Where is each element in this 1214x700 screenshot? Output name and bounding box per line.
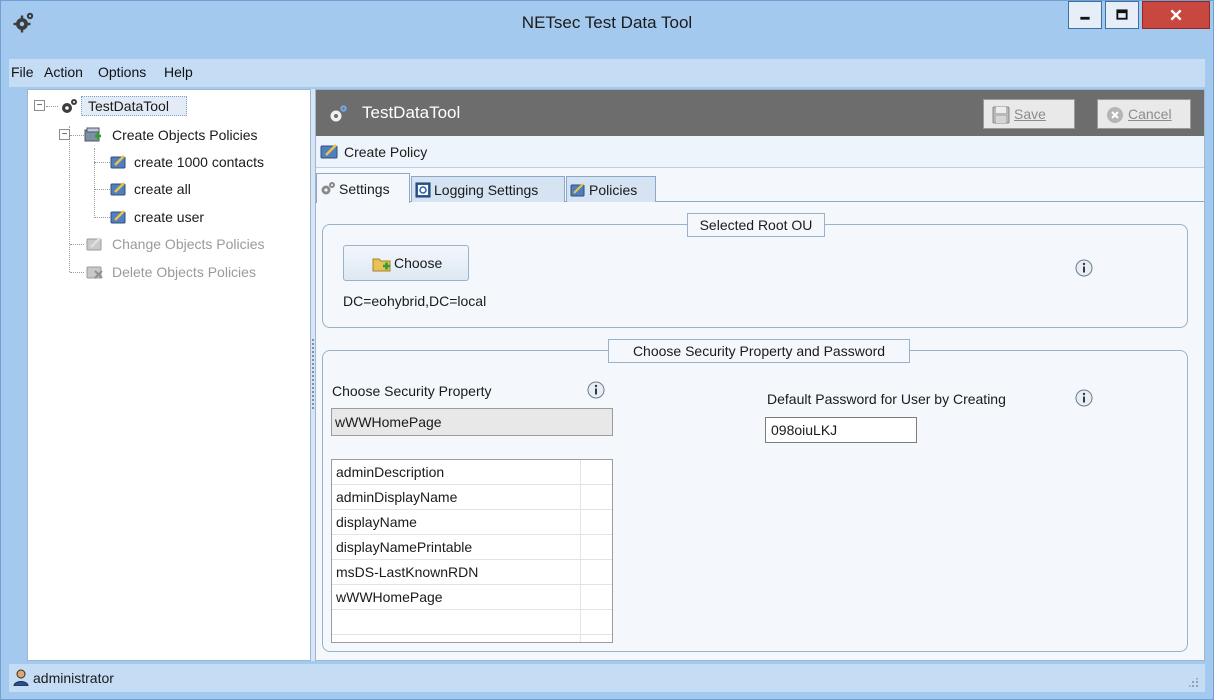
list-item[interactable]: msDS-LastKnownRDN xyxy=(332,560,612,585)
tab-strip: Settings Logging Settings Policies xyxy=(316,172,1204,203)
save-icon xyxy=(992,106,1010,124)
list-item[interactable]: wWWHomePage xyxy=(332,585,612,610)
tab-label: Policies xyxy=(589,182,638,198)
policy-icon xyxy=(320,144,338,159)
create-policy-button[interactable]: Create Policy xyxy=(316,136,446,167)
tab-policies[interactable]: Policies xyxy=(566,176,656,202)
resize-grip-icon[interactable] xyxy=(1189,678,1199,688)
collapse-icon[interactable]: − xyxy=(34,100,45,111)
tree-node-root[interactable]: − TestDataTool xyxy=(28,94,310,118)
list-item[interactable]: displayNamePrintable xyxy=(332,535,612,560)
tree-node-label: create 1000 contacts xyxy=(134,154,264,170)
list-item[interactable]: adminDisplayName xyxy=(332,485,612,510)
maximize-button[interactable] xyxy=(1105,1,1139,29)
tree-node-create-all[interactable]: create all xyxy=(28,177,310,201)
selected-ou-value: DC=eohybrid,DC=local xyxy=(343,293,487,309)
policy-disabled-icon xyxy=(86,237,102,251)
menu-options[interactable]: Options xyxy=(98,64,146,80)
policy-icon xyxy=(110,182,126,196)
policy-icon xyxy=(570,183,585,197)
menu-file[interactable]: File xyxy=(11,64,34,80)
default-password-input[interactable] xyxy=(765,417,917,443)
default-password-label: Default Password for User by Creating xyxy=(767,391,1006,407)
menu-action[interactable]: Action xyxy=(44,64,83,80)
splitter-grip xyxy=(312,339,314,409)
settings-panel: Selected Root OU Choose DC=eohybrid,DC=l… xyxy=(316,202,1204,660)
policy-icon xyxy=(110,155,126,169)
tree-node-delete-objects[interactable]: Delete Objects Policies xyxy=(28,260,310,284)
info-icon[interactable] xyxy=(587,381,605,399)
list-item[interactable]: displayName xyxy=(332,510,612,535)
gear-icon xyxy=(330,105,347,122)
status-bar: administrator xyxy=(9,664,1205,692)
detail-title: TestDataTool xyxy=(362,103,461,122)
gear-icon xyxy=(62,99,77,113)
delete-policy-disabled-icon xyxy=(86,266,103,279)
create-policy-label: Create Policy xyxy=(344,144,428,160)
window-title: NETsec Test Data Tool xyxy=(521,13,693,32)
title-bar: NETsec Test Data Tool xyxy=(1,1,1213,59)
maximize-icon xyxy=(1116,9,1128,20)
tree-node-label: create user xyxy=(134,209,205,225)
tree-node-label: Delete Objects Policies xyxy=(112,264,256,280)
tree-node-label: create all xyxy=(134,181,191,197)
cancel-icon xyxy=(1107,107,1123,123)
security-property-list[interactable]: adminDescription adminDisplayName displa… xyxy=(331,459,613,643)
policy-tree: − TestDataTool − Create Objects Policies xyxy=(27,89,311,661)
cancel-label: Cancel xyxy=(1128,106,1172,122)
tree-node-create-user[interactable]: create user xyxy=(28,205,310,229)
tab-label: Logging Settings xyxy=(434,182,539,198)
root-ou-group: Selected Root OU Choose DC=eohybrid,DC=l… xyxy=(322,213,1188,328)
create-policy-folder-icon xyxy=(84,127,101,142)
tab-logging-settings[interactable]: Logging Settings xyxy=(411,176,565,202)
tree-node-create-1000-contacts[interactable]: create 1000 contacts xyxy=(28,150,310,174)
info-icon[interactable] xyxy=(1075,259,1093,277)
detail-pane: TestDataTool Save Cancel Create Policy S… xyxy=(315,89,1205,661)
close-button[interactable] xyxy=(1142,1,1210,29)
collapse-icon[interactable]: − xyxy=(59,129,70,140)
gears-icon xyxy=(321,182,335,195)
security-legend: Choose Security Property and Password xyxy=(608,339,910,363)
action-toolbar: Create Policy xyxy=(316,136,1204,168)
cancel-button[interactable]: Cancel xyxy=(1097,99,1191,129)
tab-label: Settings xyxy=(339,181,390,197)
user-icon xyxy=(13,669,29,686)
list-item[interactable]: adminDescription xyxy=(332,460,612,485)
minimize-icon xyxy=(1080,16,1090,20)
tab-settings[interactable]: Settings xyxy=(316,173,410,203)
choose-label: Choose xyxy=(394,255,443,271)
current-user: administrator xyxy=(33,670,114,686)
tree-node-label: Change Objects Policies xyxy=(112,236,265,252)
tree-node-label: TestDataTool xyxy=(88,98,169,114)
save-label: Save xyxy=(1014,106,1046,122)
detail-header: TestDataTool Save Cancel xyxy=(316,90,1204,136)
menu-bar: File Action Options Help xyxy=(9,59,1205,87)
tree-node-create-objects[interactable]: − Create Objects Policies xyxy=(28,123,310,147)
security-property-label: Choose Security Property xyxy=(332,383,492,399)
tree-node-label: Create Objects Policies xyxy=(112,127,258,143)
selected-property-field: wWWHomePage xyxy=(331,408,613,436)
tree-node-change-objects[interactable]: Change Objects Policies xyxy=(28,232,310,256)
policy-icon xyxy=(110,210,126,224)
log-icon xyxy=(415,182,431,198)
app-window: NETsec Test Data Tool File Action Option… xyxy=(0,0,1214,700)
save-button[interactable]: Save xyxy=(983,99,1075,129)
info-icon[interactable] xyxy=(1075,389,1093,407)
choose-ou-button[interactable]: Choose xyxy=(343,245,469,281)
folder-add-icon xyxy=(372,258,391,272)
minimize-button[interactable] xyxy=(1068,1,1102,29)
list-item-empty xyxy=(332,610,612,635)
security-property-group: Choose Security Property and Password Ch… xyxy=(322,339,1188,652)
menu-help[interactable]: Help xyxy=(164,64,193,80)
root-ou-legend: Selected Root OU xyxy=(687,213,825,237)
close-icon xyxy=(1170,9,1182,21)
